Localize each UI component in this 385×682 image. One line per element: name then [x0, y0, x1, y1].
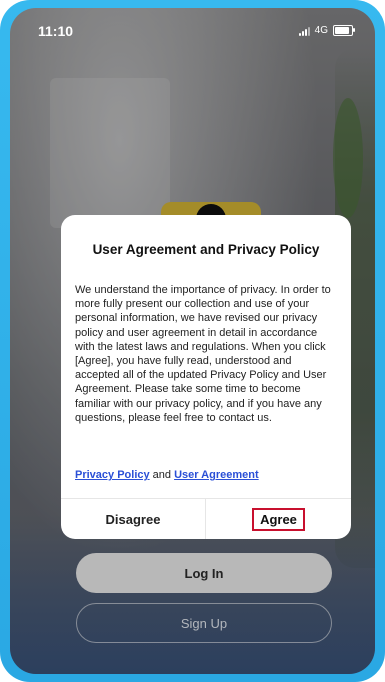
dialog-body: We understand the importance of privacy.… [75, 284, 331, 424]
agree-button-area[interactable]: Agree [206, 499, 351, 539]
privacy-dialog: User Agreement and Privacy Policy We und… [61, 215, 351, 539]
device-frame: 11:10 4G User Agreement and Privacy Poli… [0, 0, 385, 682]
disagree-button[interactable]: Disagree [61, 499, 205, 539]
status-bar: 11:10 4G [10, 8, 375, 48]
user-agreement-link[interactable]: User Agreement [174, 469, 259, 481]
signal-icon [298, 26, 310, 36]
app-screen: 11:10 4G User Agreement and Privacy Poli… [10, 8, 375, 674]
agree-button[interactable]: Agree [252, 507, 305, 531]
battery-icon [333, 25, 355, 36]
status-time: 11:10 [38, 23, 74, 39]
signup-button[interactable]: Sign Up [76, 603, 332, 643]
policy-links: Privacy Policy and User Agreement [75, 469, 339, 481]
network-type: 4G [314, 25, 328, 36]
status-icons: 4G [298, 25, 355, 36]
dialog-title: User Agreement and Privacy Policy [92, 242, 320, 257]
links-joiner: and [149, 469, 175, 481]
privacy-policy-link[interactable]: Privacy Policy [75, 469, 150, 481]
login-button[interactable]: Log In [76, 553, 332, 593]
